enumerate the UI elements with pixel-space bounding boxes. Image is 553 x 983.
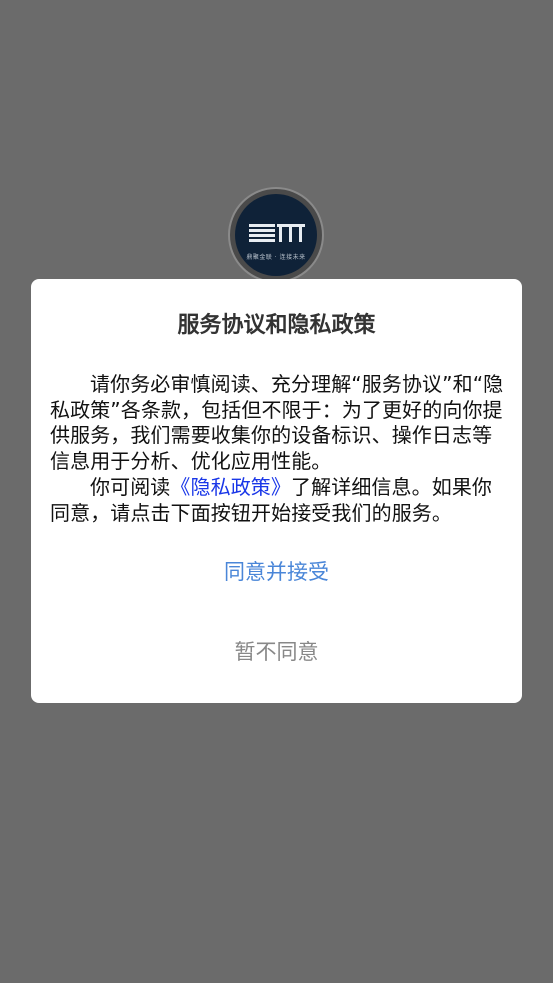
dialog-body: 请你务必审慎阅读、充分理解“服务协议”和“隐私政策”各条款，包括但不限于：为了更… — [50, 372, 504, 526]
dialog-title: 服务协议和隐私政策 — [177, 313, 376, 338]
logo-mark-icon — [249, 224, 305, 242]
paragraph-2-prefix: 你可阅读 — [90, 474, 171, 499]
logo-tagline: 鼎聚金联 · 连接未来 — [246, 254, 306, 261]
privacy-policy-link[interactable]: 《隐私政策》 — [170, 475, 291, 499]
logo-badge: 鼎聚金联 · 连接未来 — [235, 194, 317, 276]
decline-button[interactable]: 暂不同意 — [0, 637, 553, 667]
accept-button[interactable]: 同意并接受 — [0, 557, 553, 587]
dialog-paragraph-2: 你可阅读《隐私政策》了解详细信息。如果你同意，请点击下面按钮开始接受我们的服务。 — [50, 475, 504, 526]
app-logo: 鼎聚金联 · 连接未来 — [228, 187, 324, 283]
dialog-paragraph-1: 请你务必审慎阅读、充分理解“服务协议”和“隐私政策”各条款，包括但不限于：为了更… — [50, 372, 504, 474]
